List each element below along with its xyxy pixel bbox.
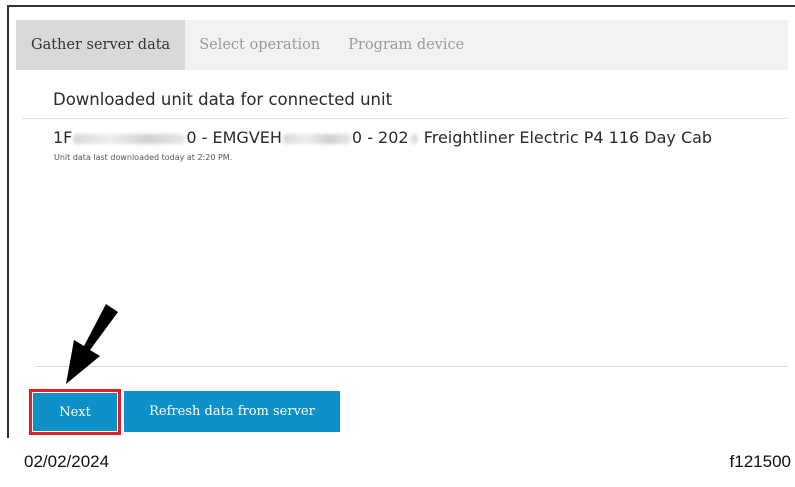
redacted-vin — [73, 133, 186, 144]
refresh-data-button[interactable]: Refresh data from server — [124, 391, 340, 432]
divider — [22, 118, 788, 119]
next-button[interactable]: Next — [33, 393, 117, 431]
arrow-pointer-icon — [66, 304, 118, 384]
redacted-id — [282, 133, 351, 144]
redacted-year — [409, 133, 418, 144]
tab-gather-server-data[interactable]: Gather server data — [16, 20, 186, 70]
last-download-info: Unit data last downloaded today at 2:20 … — [54, 153, 233, 162]
section-title: Downloaded unit data for connected unit — [53, 90, 393, 109]
divider — [35, 366, 788, 367]
unit-description[interactable]: 1F 0 - EMGVEH 0 - 202 Freightliner Electri… — [53, 128, 712, 147]
tab-bar: Gather server data Select operation Prog… — [16, 20, 788, 70]
vin-end: 0 - EMGVEH — [186, 128, 282, 147]
vin-start: 1F — [53, 128, 73, 147]
tab-program-device[interactable]: Program device — [334, 20, 478, 70]
footer-date: 02/02/2024 — [24, 452, 110, 471]
tab-select-operation[interactable]: Select operation — [185, 20, 334, 70]
model-year-part: 0 - 202 — [351, 128, 409, 147]
model-name: Freightliner Electric P4 116 Day Cab — [423, 128, 713, 147]
figure-id: f121500 — [729, 452, 791, 471]
